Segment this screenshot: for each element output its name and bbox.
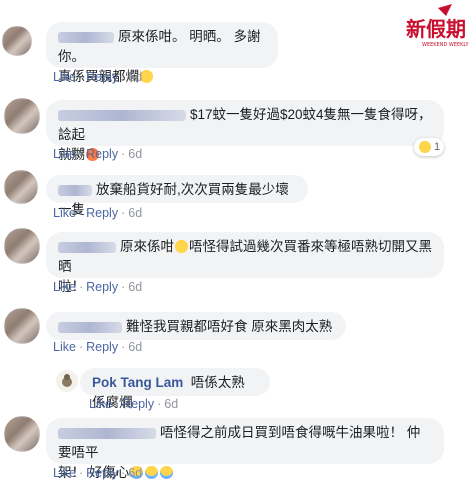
comment-actions: Like · Reply · 6d: [53, 466, 143, 480]
crying-emoji-icon: [160, 466, 174, 479]
reply-link[interactable]: Reply: [86, 206, 118, 220]
svg-text:WEEKEND WEEKLY: WEEKEND WEEKLY: [422, 42, 470, 48]
reply-link[interactable]: Reply: [86, 147, 118, 161]
comment-age[interactable]: 6d: [128, 147, 142, 161]
comment-actions: Like · Reply · 6d: [53, 70, 143, 84]
reply-link[interactable]: Reply: [122, 397, 154, 411]
comment-text: 原來係咁: [120, 239, 174, 254]
cat-icon: [62, 374, 72, 387]
thinking-emoji-icon: [175, 240, 188, 253]
comment-actions: Like · Reply · 6d: [89, 397, 179, 411]
avatar[interactable]: [4, 228, 40, 264]
comment-bubble: 原來係咁 唔怪得試過幾次買番來等極唔熟切開又黑晒 啦！: [46, 232, 444, 294]
haha-reaction-icon: [418, 141, 431, 153]
commenter-name[interactable]: [58, 321, 122, 333]
avatar[interactable]: [56, 370, 78, 392]
comment-bubble: 放棄船貨好耐,次次買兩隻最少壞一隻: [46, 175, 308, 217]
like-link[interactable]: Like: [53, 206, 76, 220]
comment-actions: Like · Reply · 6d: [53, 206, 143, 220]
comment-bubble: $17蚊一隻好過$20蚊4隻無一隻食得呀，諗起 就嬲: [46, 100, 444, 162]
commenter-name[interactable]: [58, 184, 92, 196]
like-link[interactable]: Like: [53, 70, 76, 84]
avatar[interactable]: [4, 416, 40, 452]
comment-bubble: 唔怪得之前成日買到唔食得嘅牛油果啦！ 仲要唔平 架！ 好傷心: [46, 418, 444, 480]
reply-link[interactable]: Reply: [86, 340, 118, 354]
comment-actions: Like · Reply · 6d: [53, 147, 143, 161]
crying-emoji-icon: [145, 466, 159, 479]
comment-actions: Like · Reply · 6d: [53, 340, 143, 354]
comment-age[interactable]: 6d: [164, 397, 178, 411]
commenter-name[interactable]: [58, 427, 156, 439]
reply-link[interactable]: Reply: [86, 280, 118, 294]
reaction-badge[interactable]: 1: [414, 138, 444, 156]
comment-age[interactable]: 6d: [128, 466, 142, 480]
commenter-name[interactable]: [58, 241, 116, 253]
comment-bubble: 難怪我買親都唔好食 原來黑肉太熟: [46, 312, 346, 340]
avatar[interactable]: [2, 26, 32, 56]
commenter-name[interactable]: [58, 109, 186, 121]
comment-age[interactable]: 6d: [128, 280, 142, 294]
like-link[interactable]: Like: [53, 280, 76, 294]
reaction-count: 1: [433, 141, 441, 153]
like-link[interactable]: Like: [89, 397, 112, 411]
comment-actions: Like · Reply · 6d: [53, 280, 143, 294]
comment-text: 難怪我買親都唔好食 原來黑肉太熟: [126, 319, 333, 334]
avatar[interactable]: [4, 98, 40, 134]
weekend-weekly-logo: 新假期 WEEKEND WEEKLY: [402, 4, 470, 52]
comment-bubble: 原來係咁。 明晒。 多謝你。 真係買親都爛: [46, 22, 278, 84]
avatar[interactable]: [4, 308, 40, 344]
svg-text:新假期: 新假期: [406, 17, 466, 41]
comment-age[interactable]: 6d: [128, 206, 142, 220]
like-link[interactable]: Like: [53, 340, 76, 354]
comment-age[interactable]: 6d: [128, 70, 142, 84]
commenter-name[interactable]: [58, 31, 114, 43]
avatar[interactable]: [4, 170, 38, 204]
like-link[interactable]: Like: [53, 466, 76, 480]
reply-link[interactable]: Reply: [86, 466, 118, 480]
reply-link[interactable]: Reply: [86, 70, 118, 84]
like-link[interactable]: Like: [53, 147, 76, 161]
comment-age[interactable]: 6d: [128, 340, 142, 354]
reply-author[interactable]: Pok Tang Lam: [92, 375, 183, 390]
reply-bubble: Pok Tang Lam 唔係太熟 係腐爛: [80, 368, 270, 410]
